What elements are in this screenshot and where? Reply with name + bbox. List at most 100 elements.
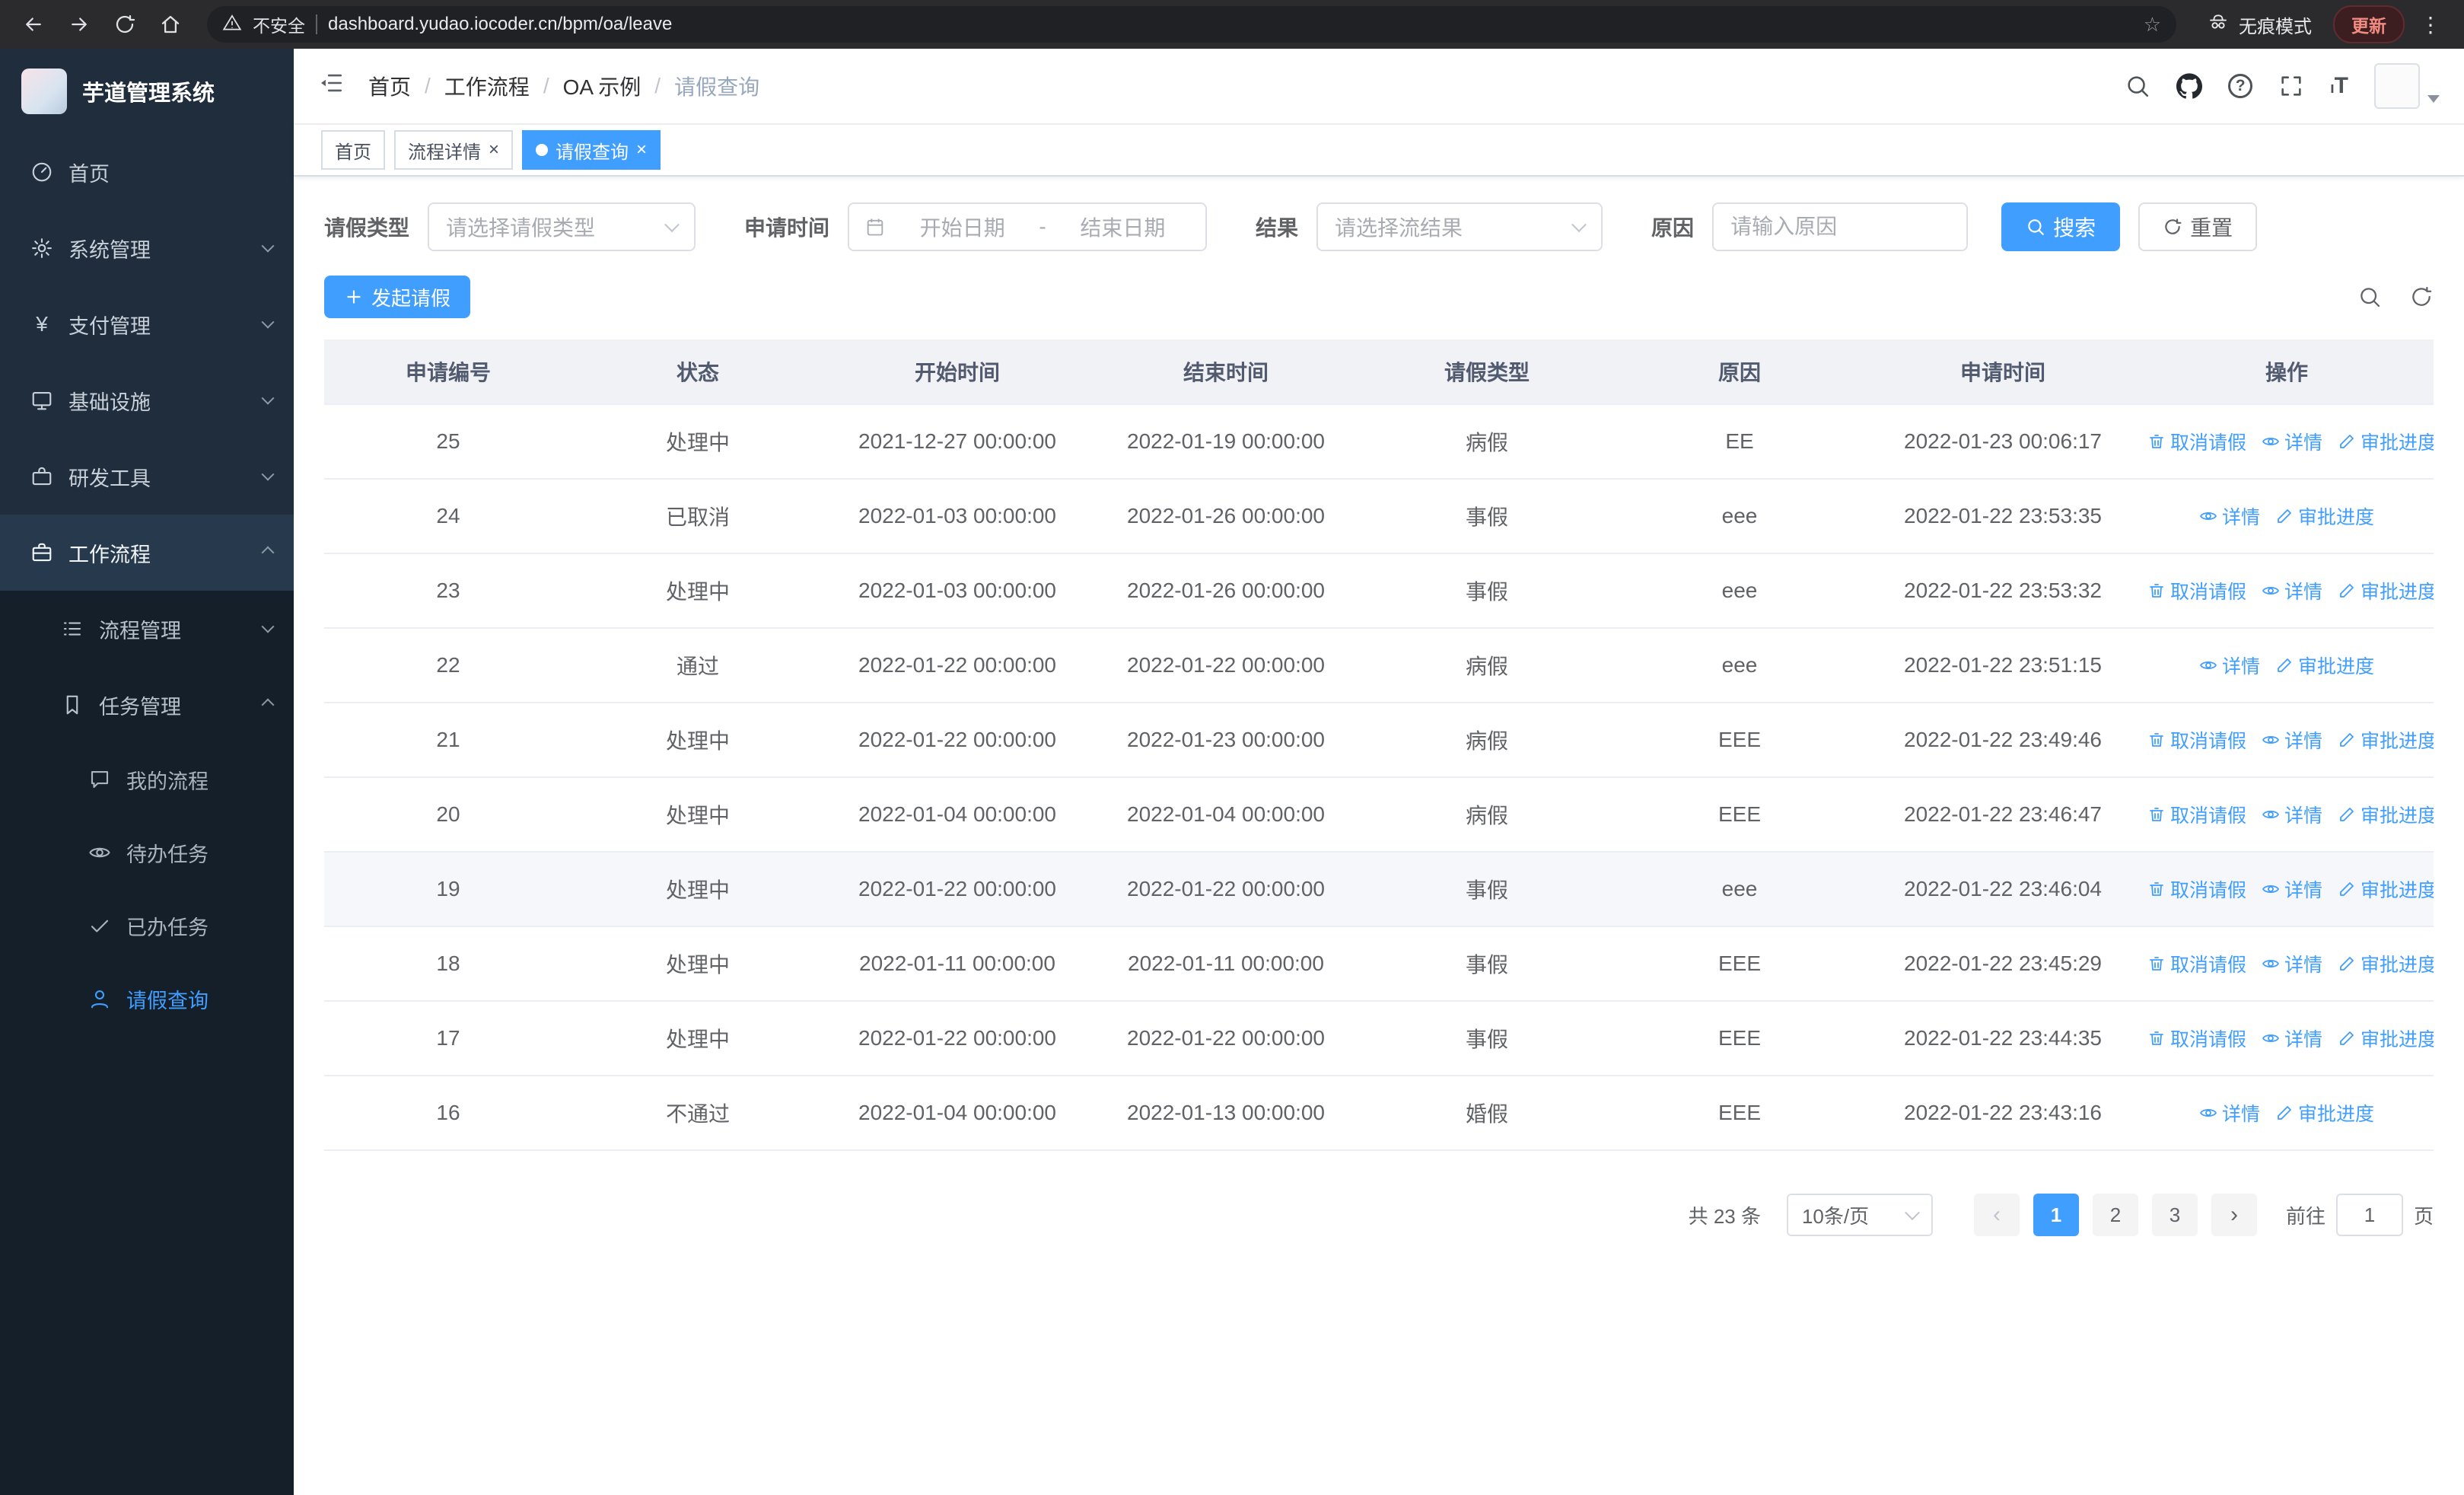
pen-icon <box>2338 805 2356 824</box>
cancel-leave-link[interactable]: 取消请假 <box>2147 577 2246 604</box>
fullscreen-icon[interactable] <box>2278 73 2304 99</box>
eye-icon <box>88 841 111 864</box>
approval-progress-link[interactable]: 审批进度 <box>2338 875 2434 903</box>
detail-link[interactable]: 详情 <box>2262 1025 2322 1052</box>
cancel-leave-link[interactable]: 取消请假 <box>2147 875 2246 903</box>
apply-id-cell: 18 <box>324 926 572 1002</box>
sidebar-item-process-mgmt[interactable]: 流程管理 <box>0 591 294 667</box>
trash-icon <box>2147 1029 2166 1047</box>
sidebar-item-my-process[interactable]: 我的流程 <box>0 743 294 816</box>
back-icon[interactable] <box>15 6 52 43</box>
close-icon[interactable]: × <box>636 141 647 159</box>
detail-link[interactable]: 详情 <box>2262 801 2322 828</box>
gear-icon <box>30 237 53 260</box>
table-header-row: 申请编号 状态 开始时间 结束时间 请假类型 原因 申请时间 操作 <box>324 339 2434 405</box>
goto-page-input[interactable] <box>2335 1194 2403 1236</box>
detail-link[interactable]: 详情 <box>2262 875 2322 903</box>
breadcrumb-item[interactable]: 工作流程 <box>444 71 530 101</box>
end-date-placeholder: 结束日期 <box>1080 216 1166 240</box>
sidebar-item-home[interactable]: 首页 <box>0 134 294 210</box>
actions-cell: 取消请假 详情 审批进度 <box>2140 404 2434 480</box>
approval-progress-link[interactable]: 审批进度 <box>2275 1099 2374 1127</box>
start-time-cell: 2022-01-22 00:00:00 <box>823 703 1091 778</box>
sidebar-item-label: 首页 <box>68 162 110 186</box>
tab-process-detail[interactable]: 流程详情 × <box>394 130 514 170</box>
sidebar-item-task-mgmt[interactable]: 任务管理 <box>0 667 294 743</box>
security-warning-icon[interactable] <box>222 11 242 39</box>
help-icon[interactable] <box>2228 74 2253 98</box>
trash-icon <box>2147 880 2166 898</box>
detail-link[interactable]: 详情 <box>2262 428 2322 455</box>
approval-progress-link[interactable]: 审批进度 <box>2338 950 2434 977</box>
toggle-search-icon[interactable] <box>2357 285 2382 309</box>
github-icon[interactable] <box>2176 73 2203 99</box>
breadcrumb-item[interactable]: 首页 <box>368 71 411 101</box>
url-bar[interactable]: 不安全 dashboard.yudao.iocoder.cn/bpm/oa/le… <box>207 6 2176 43</box>
approval-progress-link[interactable]: 审批进度 <box>2338 726 2434 754</box>
approval-progress-link[interactable]: 审批进度 <box>2338 1025 2434 1052</box>
reset-button[interactable]: 重置 <box>2138 202 2258 251</box>
home-icon[interactable] <box>152 6 189 43</box>
cancel-leave-link[interactable]: 取消请假 <box>2147 428 2246 455</box>
reason-cell: EE <box>1613 404 1866 480</box>
sidebar-item-workflow[interactable]: 工作流程 <box>0 515 294 591</box>
sidebar-item-done-tasks[interactable]: 已办任务 <box>0 889 294 962</box>
detail-link[interactable]: 详情 <box>2262 950 2322 977</box>
detail-link[interactable]: 详情 <box>2262 577 2322 604</box>
prev-page-button[interactable]: ‹ <box>1973 1194 2020 1236</box>
close-icon[interactable]: × <box>489 141 499 159</box>
cancel-leave-link[interactable]: 取消请假 <box>2147 801 2246 828</box>
page-button-3[interactable]: 3 <box>2151 1194 2198 1236</box>
search-button[interactable]: 搜索 <box>2001 202 2121 251</box>
pen-icon <box>2275 656 2294 674</box>
detail-link[interactable]: 详情 <box>2199 1099 2260 1127</box>
date-range-picker[interactable]: 开始日期 - 结束日期 <box>848 202 1208 251</box>
sidebar-item-infra[interactable]: 基础设施 <box>0 362 294 438</box>
refresh-table-icon[interactable] <box>2409 285 2434 309</box>
page-size-select[interactable]: 10条/页 <box>1786 1194 1933 1236</box>
forward-icon[interactable] <box>61 6 97 43</box>
breadcrumb-item[interactable]: OA 示例 <box>563 71 641 101</box>
sidebar-item-leave-query[interactable]: 请假查询 <box>0 962 294 1035</box>
reason-input[interactable] <box>1712 202 1969 251</box>
cancel-leave-link[interactable]: 取消请假 <box>2147 726 2246 754</box>
tab-leave-query[interactable]: 请假查询 × <box>522 130 661 170</box>
result-select[interactable]: 请选择流结果 <box>1316 202 1603 251</box>
sidebar-item-payment[interactable]: ¥ 支付管理 <box>0 286 294 362</box>
next-page-button[interactable]: › <box>2211 1194 2257 1236</box>
url-text[interactable]: dashboard.yudao.iocoder.cn/bpm/oa/leave <box>328 14 2133 35</box>
font-size-icon[interactable] <box>2330 73 2348 99</box>
leave-type-select[interactable]: 请选择请假类型 <box>428 202 696 251</box>
bookmark-star-icon[interactable]: ☆ <box>2144 13 2161 37</box>
user-menu[interactable] <box>2374 63 2440 109</box>
search-icon[interactable] <box>2125 73 2150 99</box>
create-leave-button[interactable]: 发起请假 <box>324 276 471 318</box>
sidebar-item-devtools[interactable]: 研发工具 <box>0 438 294 515</box>
action-label: 审批进度 <box>2361 805 2434 827</box>
cancel-leave-link[interactable]: 取消请假 <box>2147 950 2246 977</box>
approval-progress-link[interactable]: 审批进度 <box>2275 652 2374 679</box>
refresh-icon[interactable] <box>107 6 143 43</box>
security-label: 不安全 <box>253 16 305 36</box>
page-button-2[interactable]: 2 <box>2092 1194 2138 1236</box>
sidebar-item-system[interactable]: 系统管理 <box>0 210 294 286</box>
cancel-leave-link[interactable]: 取消请假 <box>2147 1025 2246 1052</box>
update-button[interactable]: 更新 <box>2333 5 2405 43</box>
sidebar: 芋道管理系统 首页 系统管理 ¥ 支付管理 基础设施 研发工具 工作流程 流程管… <box>0 49 294 1495</box>
approval-progress-link[interactable]: 审批进度 <box>2338 801 2434 828</box>
detail-link[interactable]: 详情 <box>2262 726 2322 754</box>
kebab-menu-icon[interactable]: ⋮ <box>2414 12 2449 37</box>
page-button-1[interactable]: 1 <box>2033 1194 2079 1236</box>
detail-link[interactable]: 详情 <box>2199 652 2260 679</box>
select-placeholder: 请选择请假类型 <box>446 216 596 240</box>
approval-progress-link[interactable]: 审批进度 <box>2275 502 2374 530</box>
menu-fold-icon[interactable] <box>318 70 344 102</box>
tab-home[interactable]: 首页 <box>321 130 385 170</box>
page-size-value: 10条/页 <box>1801 1204 1870 1228</box>
reason-cell: EEE <box>1613 703 1866 778</box>
sidebar-item-todo-tasks[interactable]: 待办任务 <box>0 816 294 889</box>
approval-progress-link[interactable]: 审批进度 <box>2338 577 2434 604</box>
action-label: 审批进度 <box>2298 1103 2375 1125</box>
detail-link[interactable]: 详情 <box>2199 502 2260 530</box>
approval-progress-link[interactable]: 审批进度 <box>2338 428 2434 455</box>
